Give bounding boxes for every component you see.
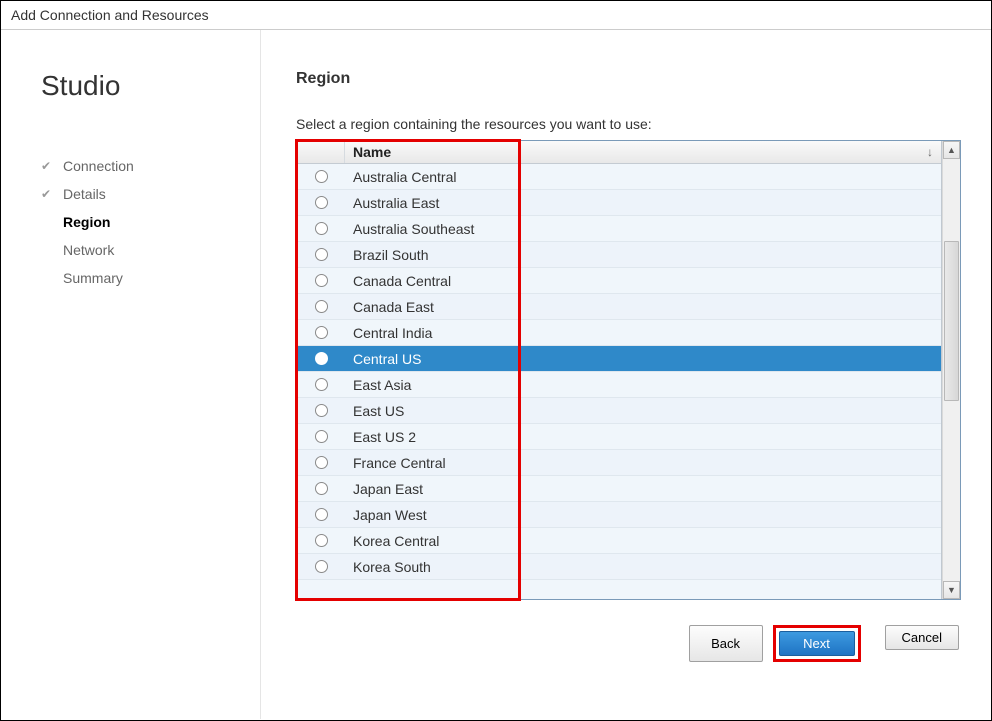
nav-step-label: Network: [63, 242, 114, 258]
region-row[interactable]: Central US: [297, 346, 941, 372]
nav-step-label: Region: [63, 214, 110, 230]
region-radio-cell[interactable]: [297, 196, 345, 209]
radio-icon[interactable]: [315, 248, 328, 261]
region-name: Australia East: [345, 192, 941, 214]
radio-icon[interactable]: [315, 482, 328, 495]
region-radio-cell[interactable]: [297, 222, 345, 235]
radio-icon[interactable]: [315, 352, 328, 365]
region-radio-cell[interactable]: [297, 430, 345, 443]
region-name: Japan East: [345, 478, 941, 500]
wizard-content: Studio Connection Details Region Network Sum…: [1, 30, 991, 719]
nav-step-connection[interactable]: Connection: [41, 152, 230, 180]
cancel-button[interactable]: Cancel: [885, 625, 959, 650]
scroll-thumb[interactable]: [944, 241, 959, 401]
region-name: Brazil South: [345, 244, 941, 266]
region-row[interactable]: Korea Central: [297, 528, 941, 554]
wizard-buttons: Back Next Cancel: [296, 625, 961, 662]
next-button[interactable]: Next: [779, 631, 855, 656]
radio-icon[interactable]: [315, 508, 328, 521]
region-row[interactable]: Korea South: [297, 554, 941, 580]
sidebar: Studio Connection Details Region Network Sum…: [1, 30, 261, 719]
nav-step-summary[interactable]: Summary: [41, 264, 230, 292]
nav-step-network[interactable]: Network: [41, 236, 230, 264]
region-name: France Central: [345, 452, 941, 474]
radio-icon[interactable]: [315, 404, 328, 417]
region-row[interactable]: Central India: [297, 320, 941, 346]
page-title: Region: [296, 70, 961, 88]
region-row[interactable]: Australia East: [297, 190, 941, 216]
region-row[interactable]: France Central: [297, 450, 941, 476]
region-row[interactable]: Japan West: [297, 502, 941, 528]
region-name: Canada Central: [345, 270, 941, 292]
radio-icon[interactable]: [315, 222, 328, 235]
scroll-up-button[interactable]: ▲: [943, 141, 960, 159]
scroll-down-button[interactable]: ▼: [943, 581, 960, 599]
radio-icon[interactable]: [315, 560, 328, 573]
nav-steps: Connection Details Region Network Summary: [41, 152, 230, 292]
region-radio-cell[interactable]: [297, 508, 345, 521]
nav-step-region[interactable]: Region: [41, 208, 230, 236]
region-radio-cell[interactable]: [297, 300, 345, 313]
nav-step-label: Connection: [63, 158, 134, 174]
region-radio-cell[interactable]: [297, 404, 345, 417]
region-radio-cell[interactable]: [297, 352, 345, 365]
nav-step-details[interactable]: Details: [41, 180, 230, 208]
column-radio-header: [297, 141, 345, 163]
region-radio-cell[interactable]: [297, 170, 345, 183]
region-radio-cell[interactable]: [297, 274, 345, 287]
region-name: Canada East: [345, 296, 941, 318]
main-panel: Region Select a region containing the re…: [261, 30, 991, 719]
table-header: Name ↓: [297, 141, 941, 164]
nav-step-label: Summary: [63, 270, 123, 286]
region-name: Australia Central: [345, 166, 941, 188]
region-row[interactable]: Brazil South: [297, 242, 941, 268]
region-row[interactable]: Japan East: [297, 476, 941, 502]
region-name: Japan West: [345, 504, 941, 526]
region-row[interactable]: Australia Central: [297, 164, 941, 190]
vertical-scrollbar[interactable]: ▲ ▼: [942, 141, 960, 599]
page-instruction: Select a region containing the resources…: [296, 116, 961, 132]
annotation-highlight-next: Next: [773, 625, 861, 662]
window-title: Add Connection and Resources: [1, 1, 991, 30]
radio-icon[interactable]: [315, 170, 328, 183]
region-radio-cell[interactable]: [297, 326, 345, 339]
region-row[interactable]: Australia Southeast: [297, 216, 941, 242]
region-table-body[interactable]: Name ↓ Australia Central Australia East Au…: [297, 141, 942, 599]
region-table: Name ↓ Australia Central Australia East Au…: [296, 140, 961, 600]
region-radio-cell[interactable]: [297, 560, 345, 573]
radio-icon[interactable]: [315, 300, 328, 313]
radio-icon[interactable]: [315, 378, 328, 391]
region-name: Central US: [345, 348, 941, 370]
region-radio-cell[interactable]: [297, 248, 345, 261]
radio-icon[interactable]: [315, 274, 328, 287]
back-button[interactable]: Back: [689, 625, 763, 662]
region-row[interactable]: East Asia: [297, 372, 941, 398]
region-row[interactable]: East US 2: [297, 424, 941, 450]
region-name: East US 2: [345, 426, 941, 448]
radio-icon[interactable]: [315, 456, 328, 469]
region-row[interactable]: Canada Central: [297, 268, 941, 294]
region-row[interactable]: East US: [297, 398, 941, 424]
region-radio-cell[interactable]: [297, 378, 345, 391]
brand-label: Studio: [41, 70, 230, 102]
radio-icon[interactable]: [315, 430, 328, 443]
column-name-header[interactable]: Name ↓: [345, 141, 941, 163]
region-name: Korea Central: [345, 530, 941, 552]
column-name-label: Name: [353, 144, 391, 160]
region-radio-cell[interactable]: [297, 482, 345, 495]
radio-icon[interactable]: [315, 326, 328, 339]
region-name: East US: [345, 400, 941, 422]
radio-icon[interactable]: [315, 534, 328, 547]
region-radio-cell[interactable]: [297, 534, 345, 547]
sort-arrow-icon[interactable]: ↓: [927, 145, 933, 159]
region-name: Korea South: [345, 556, 941, 578]
radio-icon[interactable]: [315, 196, 328, 209]
region-name: Central India: [345, 322, 941, 344]
nav-step-label: Details: [63, 186, 106, 202]
region-name: Australia Southeast: [345, 218, 941, 240]
region-row[interactable]: Canada East: [297, 294, 941, 320]
region-radio-cell[interactable]: [297, 456, 345, 469]
region-name: East Asia: [345, 374, 941, 396]
